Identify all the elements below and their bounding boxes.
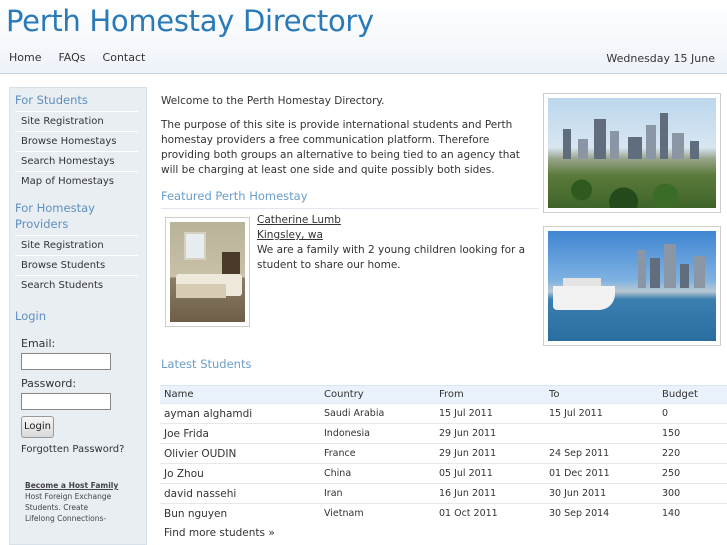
table-header-row: Name Country From To Budget (160, 385, 727, 404)
student-from: 29 Jun 2011 (435, 423, 545, 444)
col-budget: Budget (658, 385, 727, 404)
student-to: 15 Jul 2011 (545, 403, 658, 424)
sidebar: For Students Site Registration Browse Ho… (9, 87, 147, 545)
table-row[interactable]: Jo Zhou China 05 Jul 2011 01 Dec 2011 25… (160, 463, 727, 484)
nav-faqs[interactable]: FAQs (58, 51, 85, 64)
featured-homestay-name[interactable]: Catherine Lumb (257, 213, 532, 228)
table-row[interactable]: Bun nguyen Vietnam 01 Oct 2011 30 Sep 20… (160, 503, 727, 524)
featured-heading: Featured Perth Homestay (161, 189, 308, 203)
student-name[interactable]: Jo Zhou (160, 463, 320, 484)
login-button[interactable]: Login (21, 416, 54, 438)
login-heading: Login (15, 309, 47, 323)
sidebar-item-map-of-homestays[interactable]: Map of Homestays (15, 171, 138, 191)
col-from: From (435, 385, 545, 404)
table-row[interactable]: Olivier OUDIN France 29 Jun 2011 24 Sep … (160, 443, 727, 464)
student-budget: 220 (658, 443, 727, 464)
header: Perth Homestay Directory Home FAQs Conta… (0, 0, 727, 74)
nav-home[interactable]: Home (9, 51, 41, 64)
student-budget: 250 (658, 463, 727, 484)
find-more-students-link[interactable]: Find more students » (164, 527, 275, 539)
sidebar-item-provider-registration[interactable]: Site Registration (15, 235, 138, 255)
student-to: 30 Sep 2014 (545, 503, 658, 524)
student-name[interactable]: Bun nguyen (160, 503, 320, 524)
featured-homestay-description: We are a family with 2 young children lo… (257, 244, 526, 271)
welcome-text: Welcome to the Perth Homestay Directory. (161, 95, 385, 107)
student-to: 01 Dec 2011 (545, 463, 658, 484)
password-field[interactable] (21, 393, 111, 410)
promo-text: Host Foreign Exchange Students. Create L… (25, 492, 112, 523)
student-name[interactable]: Joe Frida (160, 423, 320, 444)
perth-skyline-photo (543, 93, 721, 213)
student-from: 29 Jun 2011 (435, 443, 545, 464)
sidebar-item-browse-homestays[interactable]: Browse Homestays (15, 131, 138, 151)
student-country: China (320, 463, 435, 484)
featured-homestay-info: Catherine Lumb Kingsley, wa We are a fam… (257, 213, 532, 273)
featured-homestay-photo[interactable] (165, 217, 250, 327)
purpose-text: The purpose of this site is provide inte… (161, 119, 520, 176)
current-date: Wednesday 15 June (606, 52, 715, 65)
student-name[interactable]: Olivier OUDIN (160, 443, 320, 464)
featured-divider (161, 208, 539, 209)
table-row[interactable]: Joe Frida Indonesia 29 Jun 2011 150 (160, 423, 727, 444)
intro-text: Welcome to the Perth Homestay Directory.… (161, 94, 539, 187)
latest-students-heading: Latest Students (161, 357, 252, 371)
password-label: Password: (21, 377, 77, 390)
student-from: 15 Jul 2011 (435, 403, 545, 424)
host-family-promo[interactable]: Become a Host Family Host Foreign Exchan… (25, 480, 120, 524)
providers-heading: For Homestay Providers (15, 201, 95, 231)
student-from: 16 Jun 2011 (435, 483, 545, 504)
table-row[interactable]: ayman alghamdi Saudi Arabia 15 Jul 2011 … (160, 403, 727, 424)
student-budget: 140 (658, 503, 727, 524)
col-country: Country (320, 385, 435, 404)
student-budget: 300 (658, 483, 727, 504)
col-name: Name (160, 385, 320, 404)
sidebar-item-browse-students[interactable]: Browse Students (15, 255, 138, 275)
student-name[interactable]: david nassehi (160, 483, 320, 504)
student-country: France (320, 443, 435, 464)
sidebar-item-student-registration[interactable]: Site Registration (15, 111, 138, 131)
students-heading: For Students (15, 93, 88, 107)
student-country: Indonesia (320, 423, 435, 444)
student-to: 24 Sep 2011 (545, 443, 658, 464)
email-field[interactable] (21, 353, 111, 370)
email-label: Email: (21, 337, 56, 350)
student-to (545, 423, 658, 444)
table-row[interactable]: david nassehi Iran 16 Jun 2011 30 Jun 20… (160, 483, 727, 504)
student-name[interactable]: ayman alghamdi (160, 403, 320, 424)
perth-river-photo (543, 226, 721, 346)
promo-title[interactable]: Become a Host Family (25, 480, 120, 491)
student-budget: 0 (658, 403, 727, 424)
latest-students-table: Name Country From To Budget ayman algham… (160, 385, 727, 524)
featured-homestay-location[interactable]: Kingsley, wa (257, 228, 532, 243)
site-title[interactable]: Perth Homestay Directory (6, 4, 374, 38)
student-country: Vietnam (320, 503, 435, 524)
student-country: Saudi Arabia (320, 403, 435, 424)
sidebar-item-search-homestays[interactable]: Search Homestays (15, 151, 138, 171)
student-to: 30 Jun 2011 (545, 483, 658, 504)
nav-contact[interactable]: Contact (103, 51, 146, 64)
main-nav: Home FAQs Contact (9, 51, 145, 64)
student-budget: 150 (658, 423, 727, 444)
student-country: Iran (320, 483, 435, 504)
student-from: 01 Oct 2011 (435, 503, 545, 524)
sidebar-item-search-students[interactable]: Search Students (15, 275, 138, 295)
student-from: 05 Jul 2011 (435, 463, 545, 484)
forgot-password-link[interactable]: Forgotten Password? (21, 444, 146, 455)
col-to: To (545, 385, 658, 404)
